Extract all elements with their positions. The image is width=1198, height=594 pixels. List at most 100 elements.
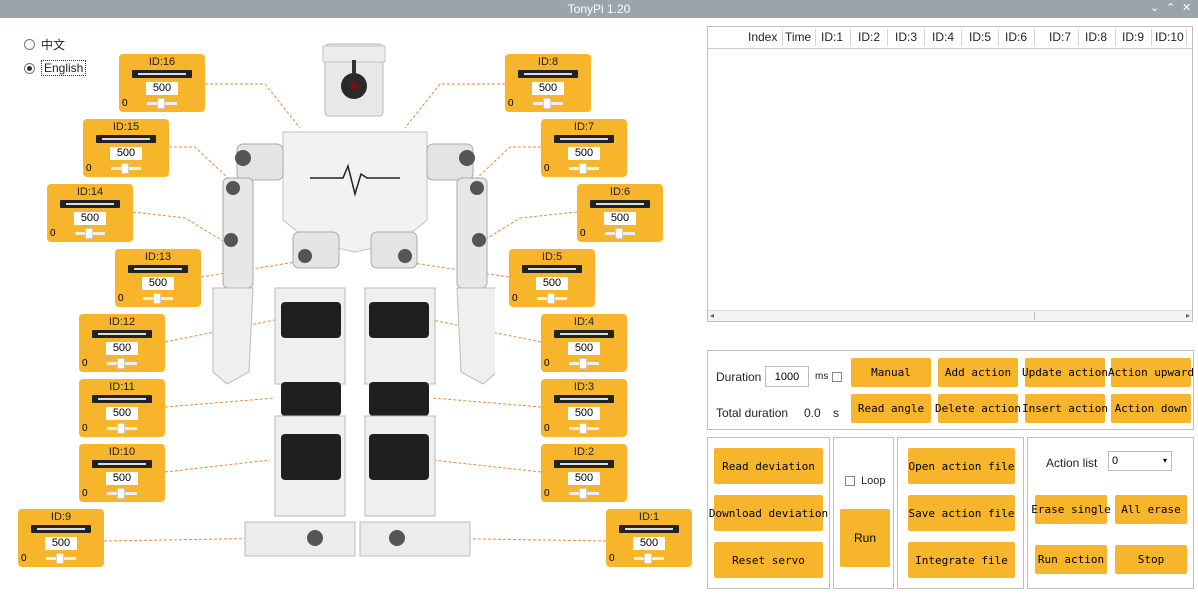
run-action-button[interactable]: Run action bbox=[1035, 545, 1107, 574]
servo-id-label: ID:14 bbox=[76, 186, 104, 198]
servo-value-field[interactable]: 500 bbox=[568, 342, 600, 355]
column-header[interactable]: ID:2 bbox=[858, 30, 880, 44]
stop-button[interactable]: Stop bbox=[1115, 545, 1187, 574]
column-header[interactable]: ID:9 bbox=[1122, 30, 1144, 44]
servo-position-slider[interactable] bbox=[31, 525, 91, 533]
all-erase-button[interactable]: All erase bbox=[1115, 495, 1187, 524]
action-list-panel: Action list 0 ▾ Erase single All erase R… bbox=[1027, 437, 1194, 589]
servo-control-1: ID:1 500 0 bbox=[606, 509, 692, 567]
deviation-slider-handle[interactable] bbox=[579, 423, 587, 434]
column-header[interactable]: Index bbox=[748, 30, 777, 44]
deviation-slider-handle[interactable] bbox=[644, 553, 652, 564]
erase-single-button[interactable]: Erase single bbox=[1031, 495, 1111, 524]
servo-position-slider[interactable] bbox=[522, 265, 582, 273]
column-header[interactable]: ID:10 bbox=[1155, 30, 1184, 44]
update-action-button[interactable]: Update action bbox=[1022, 358, 1108, 387]
scroll-right-icon[interactable]: ▸ bbox=[1186, 311, 1190, 320]
integrate-file-button[interactable]: Integrate file bbox=[908, 542, 1015, 578]
deviation-slider-handle[interactable] bbox=[579, 488, 587, 499]
servo-position-slider[interactable] bbox=[619, 525, 679, 533]
deviation-slider-handle[interactable] bbox=[121, 163, 129, 174]
deviation-slider-handle[interactable] bbox=[85, 228, 93, 239]
deviation-slider-handle[interactable] bbox=[579, 358, 587, 369]
column-header[interactable]: ID:4 bbox=[932, 30, 954, 44]
servo-position-slider[interactable] bbox=[128, 265, 188, 273]
servo-position-slider[interactable] bbox=[554, 460, 614, 468]
manual-button[interactable]: Manual bbox=[851, 358, 931, 387]
servo-value-field[interactable]: 500 bbox=[146, 82, 178, 95]
column-header[interactable]: ID:1 bbox=[821, 30, 843, 44]
servo-position-slider[interactable] bbox=[60, 200, 120, 208]
servo-value-field[interactable]: 500 bbox=[106, 342, 138, 355]
servo-position-slider[interactable] bbox=[554, 395, 614, 403]
servo-position-slider[interactable] bbox=[96, 135, 156, 143]
servo-control-9: ID:9 500 0 bbox=[18, 509, 104, 567]
download-deviation-button[interactable]: Download deviation bbox=[709, 495, 828, 531]
chevron-down-icon[interactable]: ▾ bbox=[1163, 452, 1167, 470]
action-table[interactable]: Index Time ID:1 ID:2 ID:3 ID:4 ID:5 ID:6… bbox=[707, 26, 1193, 322]
minimize-icon[interactable]: ⌄ bbox=[1150, 1, 1159, 14]
deviation-slider-handle[interactable] bbox=[117, 488, 125, 499]
add-action-button[interactable]: Add action bbox=[938, 358, 1018, 387]
servo-position-slider[interactable] bbox=[518, 70, 578, 78]
servo-position-slider[interactable] bbox=[554, 135, 614, 143]
duration-input[interactable]: 1000 bbox=[765, 366, 809, 387]
deviation-slider-handle[interactable] bbox=[547, 293, 555, 304]
action-list-select[interactable]: 0 ▾ bbox=[1108, 451, 1172, 471]
column-header[interactable]: ID:3 bbox=[895, 30, 917, 44]
loop-checkbox[interactable] bbox=[845, 476, 855, 486]
column-header[interactable]: ID:8 bbox=[1085, 30, 1107, 44]
servo-value-field[interactable]: 500 bbox=[568, 147, 600, 160]
column-divider bbox=[815, 29, 816, 46]
deviation-slider-handle[interactable] bbox=[117, 423, 125, 434]
action-down-button[interactable]: Action down bbox=[1111, 394, 1191, 423]
servo-id-label: ID:3 bbox=[573, 381, 595, 393]
read-deviation-button[interactable]: Read deviation bbox=[714, 448, 823, 484]
column-header[interactable]: ID:5 bbox=[969, 30, 991, 44]
servo-value-field[interactable]: 500 bbox=[532, 82, 564, 95]
duration-unit: ms bbox=[815, 371, 829, 382]
column-header[interactable]: ID:7 bbox=[1049, 30, 1071, 44]
servo-value-field[interactable]: 500 bbox=[106, 407, 138, 420]
servo-value-field[interactable]: 500 bbox=[568, 472, 600, 485]
read-angle-button[interactable]: Read angle bbox=[851, 394, 931, 423]
servo-value-field[interactable]: 500 bbox=[106, 472, 138, 485]
robot-illustration bbox=[212, 43, 495, 557]
close-icon[interactable]: ✕ bbox=[1182, 1, 1191, 14]
servo-value-field[interactable]: 500 bbox=[633, 537, 665, 550]
open-action-file-button[interactable]: Open action file bbox=[908, 448, 1015, 484]
deviation-slider-handle[interactable] bbox=[157, 98, 165, 109]
deviation-slider-handle[interactable] bbox=[117, 358, 125, 369]
servo-position-slider[interactable] bbox=[92, 330, 152, 338]
maximize-icon[interactable]: ⌃ bbox=[1166, 1, 1175, 14]
deviation-slider-handle[interactable] bbox=[153, 293, 161, 304]
servo-value-field[interactable]: 500 bbox=[110, 147, 142, 160]
save-action-file-button[interactable]: Save action file bbox=[908, 495, 1015, 531]
scrollbar-thumb[interactable] bbox=[1034, 312, 1035, 320]
reset-servo-button[interactable]: Reset servo bbox=[714, 542, 823, 578]
servo-position-slider[interactable] bbox=[92, 395, 152, 403]
servo-value-field[interactable]: 500 bbox=[604, 212, 636, 225]
servo-position-slider[interactable] bbox=[132, 70, 192, 78]
deviation-slider-handle[interactable] bbox=[615, 228, 623, 239]
servo-value-field[interactable]: 500 bbox=[568, 407, 600, 420]
servo-position-slider[interactable] bbox=[554, 330, 614, 338]
servo-value-field[interactable]: 500 bbox=[536, 277, 568, 290]
deviation-slider-handle[interactable] bbox=[579, 163, 587, 174]
run-button[interactable]: Run bbox=[840, 509, 890, 567]
column-header[interactable]: ID:6 bbox=[1005, 30, 1027, 44]
servo-value-field[interactable]: 500 bbox=[142, 277, 174, 290]
scroll-left-icon[interactable]: ◂ bbox=[710, 311, 714, 320]
delete-action-button[interactable]: Delete action bbox=[935, 394, 1021, 423]
insert-action-button[interactable]: Insert action bbox=[1022, 394, 1108, 423]
horizontal-scrollbar[interactable]: ◂ ▸ bbox=[708, 310, 1192, 321]
servo-value-field[interactable]: 500 bbox=[74, 212, 106, 225]
column-header[interactable]: Time bbox=[785, 30, 811, 44]
servo-value-field[interactable]: 500 bbox=[45, 537, 77, 550]
action-upward-button[interactable]: Action upward bbox=[1108, 358, 1194, 387]
duration-checkbox[interactable] bbox=[832, 372, 842, 382]
servo-position-slider[interactable] bbox=[92, 460, 152, 468]
deviation-slider-handle[interactable] bbox=[56, 553, 64, 564]
deviation-slider-handle[interactable] bbox=[543, 98, 551, 109]
servo-position-slider[interactable] bbox=[590, 200, 650, 208]
